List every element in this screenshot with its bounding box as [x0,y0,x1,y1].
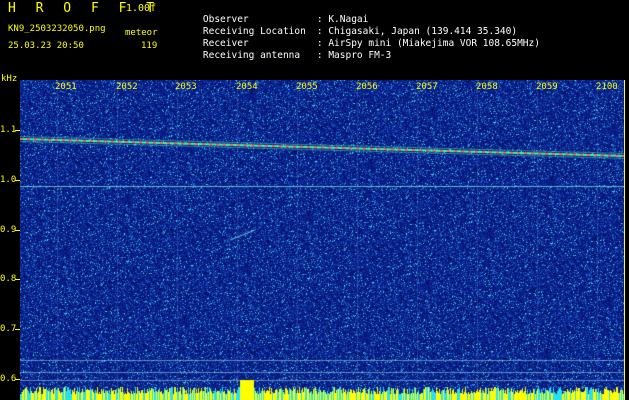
time-label-2051: 2051 [55,82,77,92]
y-tick [15,279,20,280]
y-label-1.0: 1.0 [0,175,17,185]
y-tick [15,329,20,330]
y-label-0.9: 0.9 [0,225,17,235]
y-tick [15,379,20,380]
time-label-2057: 2057 [416,82,438,92]
antenna-label: Receiving antenna [202,50,301,61]
y-tick [15,180,20,181]
time-label-2053: 2053 [175,82,197,92]
y-label-0.7: 0.7 [0,324,17,334]
antenna-value: : Maspro FM-3 [316,50,392,61]
count-label: 119 [141,41,158,51]
time-label-2059: 2059 [536,82,558,92]
time-label-2056: 2056 [356,82,378,92]
time-label-2054: 2054 [236,82,258,92]
y-tick [15,230,20,231]
frequency-unit-label: kHz [1,74,18,84]
mode-label: meteor [125,28,158,38]
antenna-row: Receiving antenna : Maspro FM-3 [180,39,391,72]
spectrogram-right-border [624,80,625,400]
y-label-1.1: 1.1 [0,125,17,135]
time-label-2052: 2052 [116,82,138,92]
y-label-0.8: 0.8 [0,274,17,284]
datetime-label: 25.03.23 20:50 [8,41,84,51]
y-label-0.6: 0.6 [0,374,17,384]
time-label-2100: 2100 [596,82,618,92]
spectrogram [20,80,625,400]
version-label: 1.00f [126,3,157,14]
time-label-2055: 2055 [296,82,318,92]
hrofft-window: { "header": { "app_title": "H R O F F T"… [0,0,629,400]
time-label-2058: 2058 [476,82,498,92]
filename-label: KN9_2503232050.png [8,24,106,34]
y-tick [15,130,20,131]
